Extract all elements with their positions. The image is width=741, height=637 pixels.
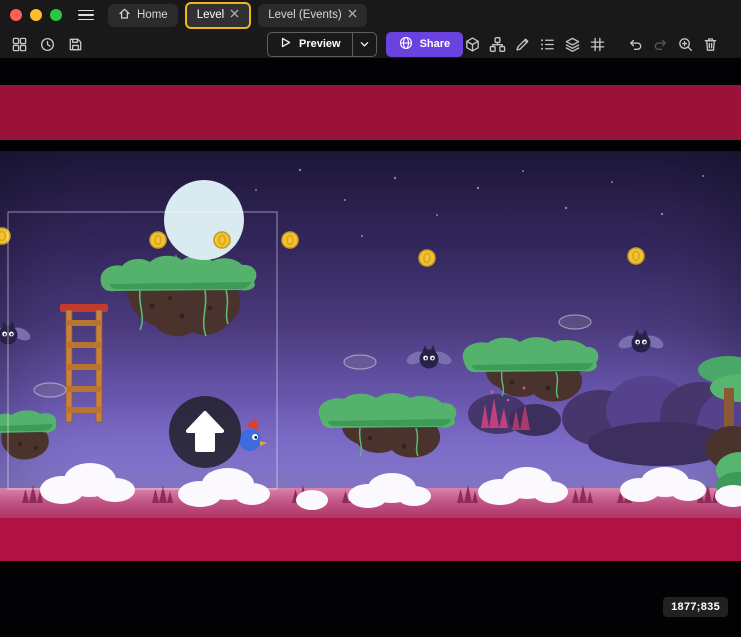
redo-icon[interactable] xyxy=(651,35,670,54)
minimize-window-button[interactable] xyxy=(30,9,42,21)
save-icon[interactable] xyxy=(66,35,85,54)
bat-enemy[interactable] xyxy=(405,345,454,369)
app-window: Home Level Level (Events) xyxy=(0,0,741,637)
tab-label: Home xyxy=(137,9,168,21)
coin[interactable] xyxy=(628,248,644,264)
instances-icon[interactable] xyxy=(488,35,507,54)
undo-icon[interactable] xyxy=(626,35,645,54)
hamburger-menu-icon[interactable] xyxy=(78,7,94,23)
jump-button-overlay[interactable] xyxy=(169,396,241,468)
moon-circle[interactable] xyxy=(164,180,244,260)
close-tab-icon[interactable] xyxy=(348,9,357,21)
properties-list-icon[interactable] xyxy=(538,35,557,54)
scene-editor-canvas[interactable]: 1877;835 xyxy=(0,58,741,637)
share-button[interactable]: Share xyxy=(386,32,464,57)
layers-icon[interactable] xyxy=(563,35,582,54)
floating-island-mid[interactable] xyxy=(319,393,457,457)
cursor-coordinates-badge: 1877;835 xyxy=(663,597,728,617)
coin[interactable] xyxy=(419,250,435,266)
clouds[interactable] xyxy=(40,463,741,510)
maximize-window-button[interactable] xyxy=(50,9,62,21)
tab-level-events[interactable]: Level (Events) xyxy=(258,4,367,27)
bat-enemy[interactable] xyxy=(0,321,32,345)
window-controls xyxy=(10,9,62,21)
titlebar: Home Level Level (Events) xyxy=(0,0,741,30)
globe-icon xyxy=(399,36,413,53)
close-tab-icon[interactable] xyxy=(230,9,239,21)
tab-level[interactable]: Level xyxy=(185,2,252,29)
tab-bar: Home Level Level (Events) xyxy=(108,0,367,30)
player-character[interactable] xyxy=(239,418,267,451)
toolbar: Preview Share xyxy=(0,30,741,58)
coin[interactable] xyxy=(214,232,230,248)
preview-button-group: Preview xyxy=(267,32,377,57)
stars xyxy=(255,169,704,237)
coin[interactable] xyxy=(282,232,298,248)
tab-label: Level xyxy=(197,9,225,21)
hidden-object-ellipse[interactable] xyxy=(559,315,591,329)
preview-dropdown-button[interactable] xyxy=(353,33,376,56)
toolbar-left-group xyxy=(10,35,85,54)
cube-3d-icon[interactable] xyxy=(463,35,482,54)
grid-icon[interactable] xyxy=(588,35,607,54)
preview-button[interactable]: Preview xyxy=(268,33,353,56)
hidden-object-ellipse[interactable] xyxy=(344,355,376,369)
floating-island-right[interactable] xyxy=(463,337,599,401)
play-icon xyxy=(279,36,292,52)
zoom-in-icon[interactable] xyxy=(676,35,695,54)
bat-enemy[interactable] xyxy=(617,329,666,353)
project-manager-icon[interactable] xyxy=(10,35,29,54)
preview-label: Preview xyxy=(299,38,341,50)
history-icon[interactable] xyxy=(38,35,57,54)
tab-label: Level (Events) xyxy=(268,9,342,21)
pencil-icon[interactable] xyxy=(513,35,532,54)
share-label: Share xyxy=(420,38,451,50)
trash-icon[interactable] xyxy=(701,35,720,54)
coin[interactable] xyxy=(150,232,166,248)
hidden-object-ellipse[interactable] xyxy=(34,383,66,397)
ladder[interactable] xyxy=(60,304,108,422)
chevron-down-icon xyxy=(360,41,369,48)
home-icon xyxy=(118,7,131,23)
floating-island-large[interactable] xyxy=(101,254,257,336)
tab-home[interactable]: Home xyxy=(108,4,178,27)
close-window-button[interactable] xyxy=(10,9,22,21)
toolbar-right-group xyxy=(463,35,741,54)
